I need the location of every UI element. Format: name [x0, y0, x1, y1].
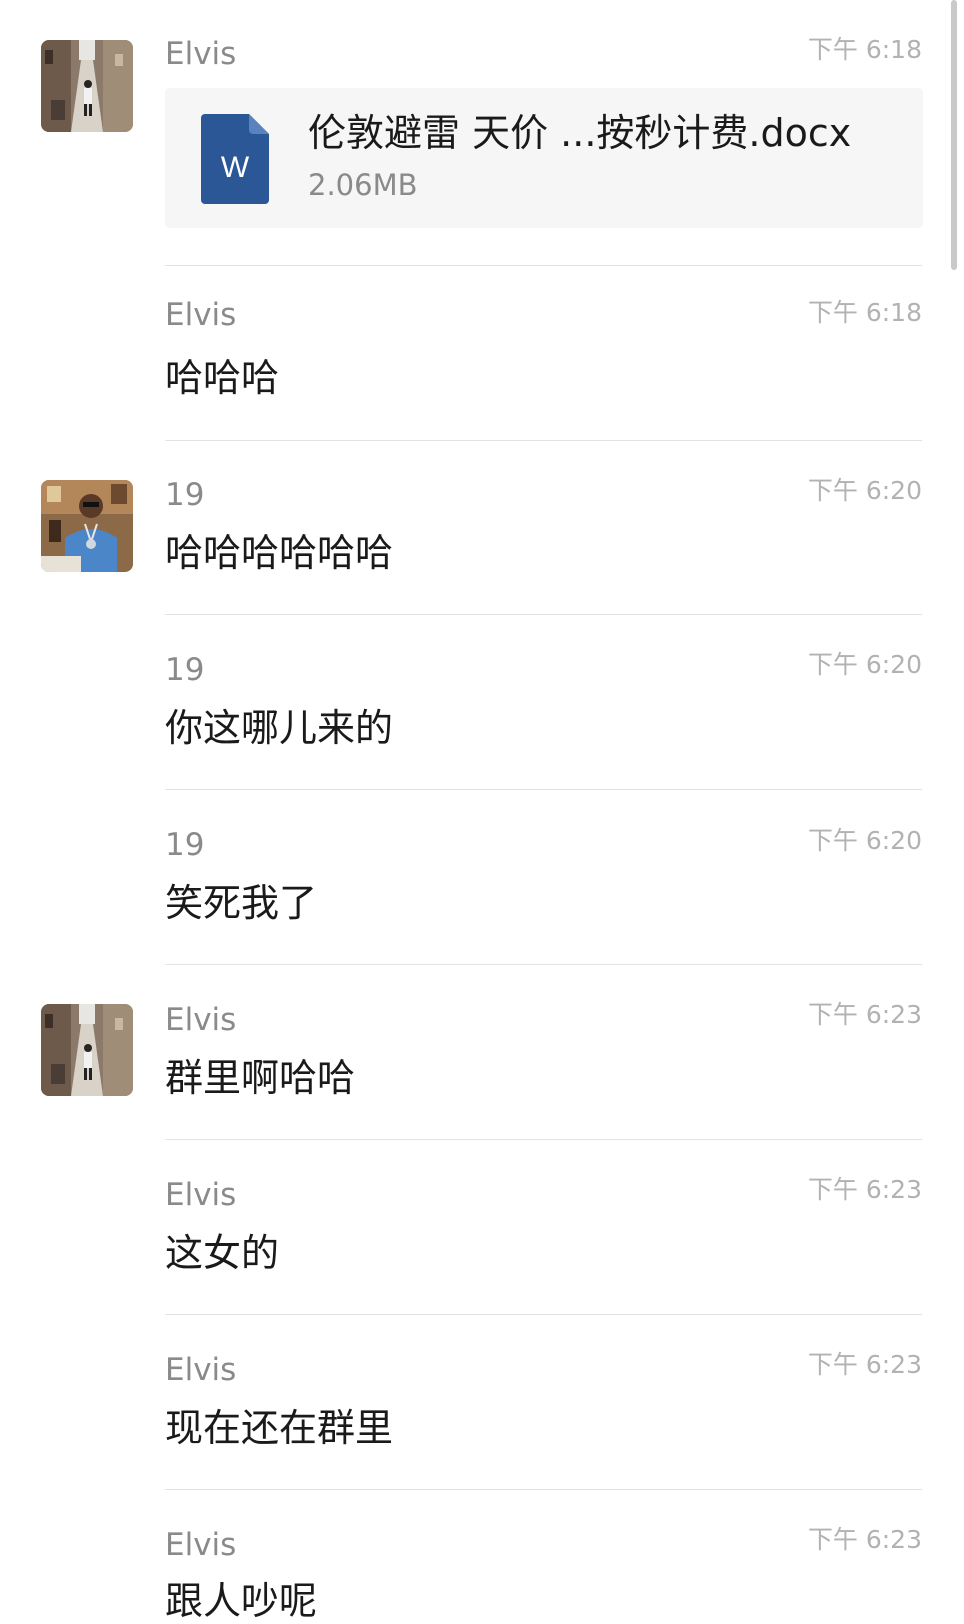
- message-time: 下午 6:23: [807, 1525, 922, 1554]
- word-document-icon: W: [201, 114, 269, 204]
- avatar-elvis[interactable]: [41, 40, 133, 132]
- message-text[interactable]: 你这哪儿来的: [165, 705, 393, 751]
- message-text[interactable]: 现在还在群里: [165, 1405, 393, 1451]
- avatar-19[interactable]: [41, 480, 133, 572]
- message-text[interactable]: 哈哈哈: [165, 355, 279, 401]
- sender-name: 19: [165, 827, 205, 863]
- message-divider: [165, 1314, 922, 1315]
- message-divider: [165, 614, 922, 615]
- sender-name: 19: [165, 652, 205, 688]
- sender-name: Elvis: [165, 1177, 237, 1213]
- message-time: 下午 6:18: [807, 298, 922, 327]
- message-divider: [165, 1139, 922, 1140]
- message-divider: [165, 440, 922, 441]
- sender-name: 19: [165, 477, 205, 513]
- message-divider: [165, 1489, 922, 1490]
- message-text[interactable]: 跟人吵呢: [165, 1578, 317, 1624]
- message-time: 下午 6:23: [807, 1350, 922, 1379]
- file-name: 伦敦避雷 天价 ...按秒计费.docx: [308, 111, 852, 155]
- file-attachment-card[interactable]: W 伦敦避雷 天价 ...按秒计费.docx 2.06MB: [165, 88, 923, 228]
- message-time: 下午 6:20: [807, 826, 922, 855]
- chat-message-list[interactable]: Elvis 下午 6:18 W 伦敦避雷 天价 ...按秒计费.docx 2.0…: [0, 0, 964, 1623]
- svg-text:W: W: [221, 151, 250, 184]
- message-divider: [165, 789, 922, 790]
- message-text[interactable]: 群里啊哈哈: [165, 1055, 355, 1101]
- message-text[interactable]: 哈哈哈哈哈哈: [165, 530, 393, 576]
- avatar-elvis[interactable]: [41, 1004, 133, 1096]
- message-time: 下午 6:23: [807, 1175, 922, 1204]
- sender-name: Elvis: [165, 1002, 237, 1038]
- scrollbar[interactable]: [951, 0, 957, 270]
- message-text[interactable]: 这女的: [165, 1230, 279, 1276]
- sender-name: Elvis: [165, 1527, 237, 1563]
- message-time: 下午 6:20: [807, 650, 922, 679]
- message-divider: [165, 964, 922, 965]
- message-divider: [165, 265, 922, 266]
- message-time: 下午 6:20: [807, 476, 922, 505]
- message-time: 下午 6:23: [807, 1000, 922, 1029]
- sender-name: Elvis: [165, 36, 237, 72]
- message-time: 下午 6:18: [807, 35, 922, 64]
- message-text[interactable]: 笑死我了: [165, 880, 317, 926]
- file-size: 2.06MB: [308, 168, 418, 202]
- sender-name: Elvis: [165, 297, 237, 333]
- sender-name: Elvis: [165, 1352, 237, 1388]
